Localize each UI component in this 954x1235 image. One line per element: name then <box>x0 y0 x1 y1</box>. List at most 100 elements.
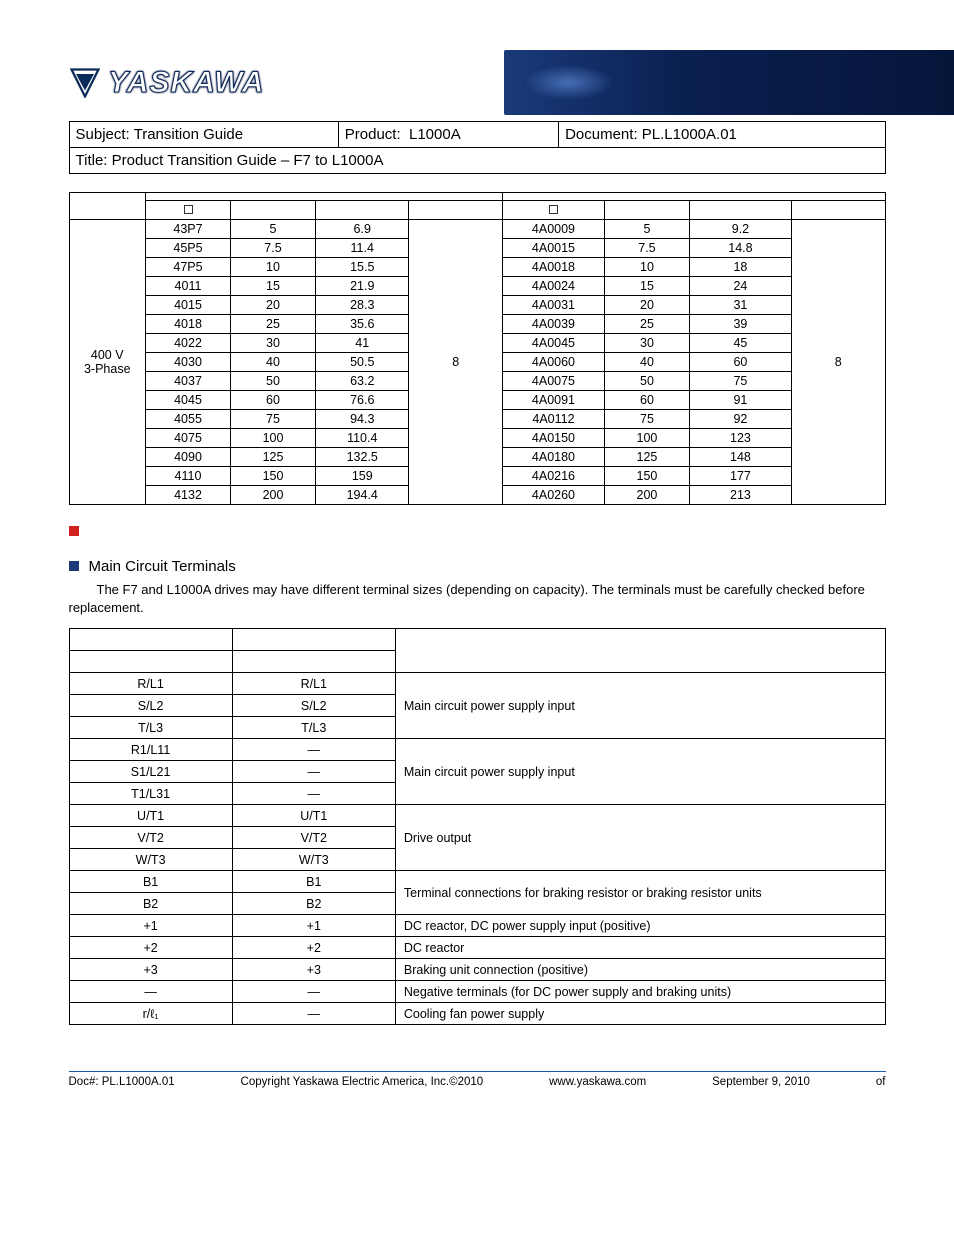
table-cell: 14.8 <box>689 239 791 258</box>
ratings-table: 400 V3-Phase43P756.984A000959.2845P57.51… <box>69 192 886 505</box>
table-cell: 45 <box>689 334 791 353</box>
terminal-f7: U/T1 <box>69 805 232 827</box>
footer: Doc#: PL.L1000A.01 Copyright Yaskawa Ele… <box>69 1071 886 1088</box>
table-cell: 50 <box>604 372 689 391</box>
table-cell: 148 <box>689 448 791 467</box>
table-cell: 177 <box>689 467 791 486</box>
table-cell: 75 <box>689 372 791 391</box>
yaskawa-logo: YASKAWA <box>70 66 264 100</box>
footer-of: of <box>876 1076 886 1088</box>
product-label: Product: <box>345 126 401 143</box>
table-cell: 4A0039 <box>502 315 604 334</box>
subject-value: Transition Guide <box>134 126 244 143</box>
terminal-l1000a: +1 <box>232 915 395 937</box>
table-cell: 4011 <box>146 277 231 296</box>
table-cell: 4A0009 <box>502 220 604 239</box>
table-cell: 4A0045 <box>502 334 604 353</box>
terminal-l1000a: — <box>232 761 395 783</box>
table-cell: 43P7 <box>146 220 231 239</box>
table-cell: 30 <box>231 334 316 353</box>
terminal-desc: Terminal connections for braking resisto… <box>395 871 885 915</box>
table-cell: 28.3 <box>316 296 409 315</box>
table-cell: 15 <box>231 277 316 296</box>
section-heading: Main Circuit Terminals <box>69 558 886 575</box>
terminal-f7: r/ℓ₁ <box>69 1003 232 1025</box>
table-cell: 200 <box>604 486 689 505</box>
table-cell: 4045 <box>146 391 231 410</box>
table-cell: 125 <box>231 448 316 467</box>
terminal-l1000a: B2 <box>232 893 395 915</box>
table-cell: 41 <box>316 334 409 353</box>
table-cell: 4A0024 <box>502 277 604 296</box>
document-label: Document: <box>565 126 638 143</box>
table-cell: 4A0031 <box>502 296 604 315</box>
table-cell: 4A0060 <box>502 353 604 372</box>
bullet-navy-icon <box>69 561 79 571</box>
table-cell: 4A0112 <box>502 410 604 429</box>
table-cell: 4132 <box>146 486 231 505</box>
terminal-desc: Main circuit power supply input <box>395 673 885 739</box>
terminal-l1000a: S/L2 <box>232 695 395 717</box>
terminal-l1000a: +3 <box>232 959 395 981</box>
table-cell: 100 <box>604 429 689 448</box>
table-cell: 4110 <box>146 467 231 486</box>
terminal-l1000a: — <box>232 981 395 1003</box>
voltage-class-cell: 400 V3-Phase <box>69 220 146 505</box>
terminal-f7: B2 <box>69 893 232 915</box>
placeholder-icon <box>184 205 193 214</box>
terminal-l1000a: U/T1 <box>232 805 395 827</box>
table-cell: 25 <box>604 315 689 334</box>
table-cell: 40 <box>604 353 689 372</box>
terminal-l1000a: R/L1 <box>232 673 395 695</box>
table-cell: 4037 <box>146 372 231 391</box>
table-cell: 76.6 <box>316 391 409 410</box>
terminal-f7: B1 <box>69 871 232 893</box>
banner: YASKAWA <box>0 50 954 115</box>
table-cell: 4A0150 <box>502 429 604 448</box>
table-cell: 50.5 <box>316 353 409 372</box>
table-cell: 75 <box>231 410 316 429</box>
terminal-f7: S/L2 <box>69 695 232 717</box>
terminal-l1000a: V/T2 <box>232 827 395 849</box>
terminal-f7: T/L3 <box>69 717 232 739</box>
terminal-desc: Cooling fan power supply <box>395 1003 885 1025</box>
table-cell: 5 <box>604 220 689 239</box>
table-cell: 91 <box>689 391 791 410</box>
table-cell: 4A0216 <box>502 467 604 486</box>
table-cell: 15 <box>604 277 689 296</box>
title-value: Product Transition Guide – F7 to L1000A <box>112 152 384 169</box>
terminal-f7: — <box>69 981 232 1003</box>
terminal-desc: Negative terminals (for DC power supply … <box>395 981 885 1003</box>
terminal-l1000a: — <box>232 1003 395 1025</box>
terminal-desc: DC reactor, DC power supply input (posit… <box>395 915 885 937</box>
terminal-desc: Drive output <box>395 805 885 871</box>
table-cell: 20 <box>604 296 689 315</box>
terminal-l1000a: T/L3 <box>232 717 395 739</box>
footer-url: www.yaskawa.com <box>549 1076 646 1088</box>
table-cell: 39 <box>689 315 791 334</box>
table-cell: 200 <box>231 486 316 505</box>
table-cell: 20 <box>231 296 316 315</box>
bullet-red-icon <box>69 526 79 536</box>
table-cell: 150 <box>231 467 316 486</box>
terminal-f7: S1/L21 <box>69 761 232 783</box>
placeholder-icon <box>549 205 558 214</box>
document-value: PL.L1000A.01 <box>642 126 737 143</box>
table-cell: 4022 <box>146 334 231 353</box>
table-cell: 4075 <box>146 429 231 448</box>
table-cell: 63.2 <box>316 372 409 391</box>
logo-text: YASKAWA <box>108 66 264 100</box>
table-cell: 47P5 <box>146 258 231 277</box>
table-cell: 35.6 <box>316 315 409 334</box>
header-info-table: Subject: Transition Guide Product: L1000… <box>69 121 886 174</box>
terminal-l1000a: +2 <box>232 937 395 959</box>
terminals-table: R/L1R/L1Main circuit power supply inputS… <box>69 628 886 1025</box>
table-cell: 4018 <box>146 315 231 334</box>
table-cell: 10 <box>231 258 316 277</box>
terminal-f7: R/L1 <box>69 673 232 695</box>
table-cell: 4A0091 <box>502 391 604 410</box>
table-cell: 6.9 <box>316 220 409 239</box>
terminal-f7: R1/L11 <box>69 739 232 761</box>
table-cell: 25 <box>231 315 316 334</box>
terminal-desc: Braking unit connection (positive) <box>395 959 885 981</box>
